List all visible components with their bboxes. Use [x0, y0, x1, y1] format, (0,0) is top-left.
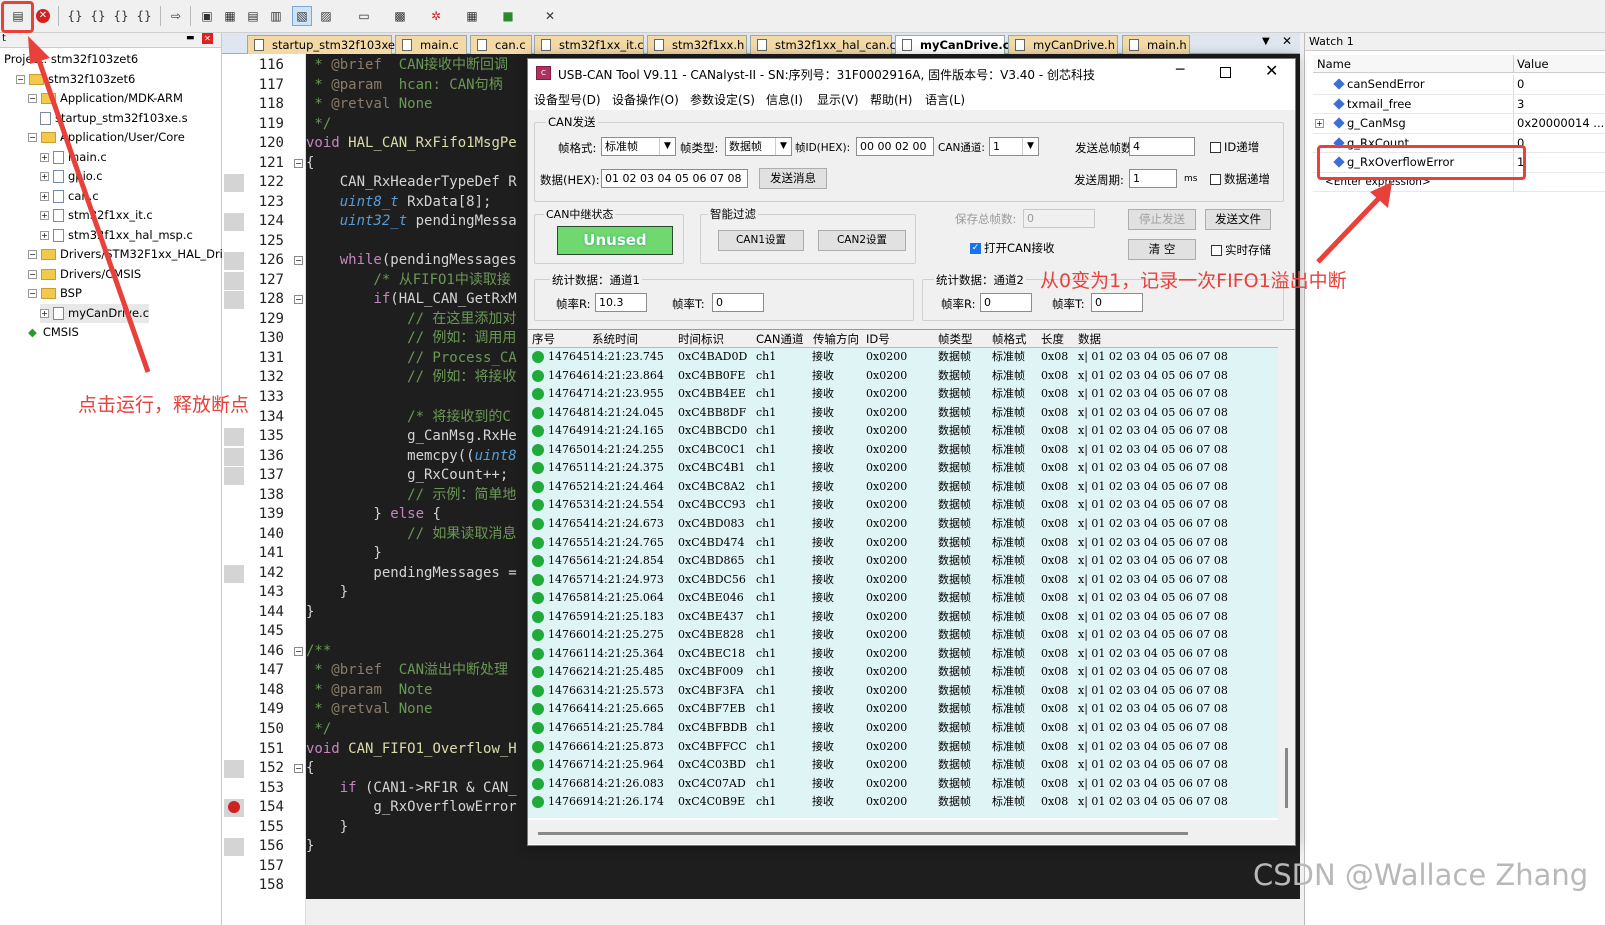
annotation-arrows	[28, 36, 1392, 373]
left-arrow-head	[28, 36, 50, 64]
annotation-left: 点击运行，释放断点	[78, 394, 250, 416]
left-arrow-line	[33, 51, 151, 373]
annotation-right: 从0变为1，记录一次FIFO1溢出中断	[1040, 270, 1347, 292]
watermark: CSDN @Wallace Zhang	[1253, 858, 1589, 892]
right-arrow-line	[1316, 194, 1383, 264]
